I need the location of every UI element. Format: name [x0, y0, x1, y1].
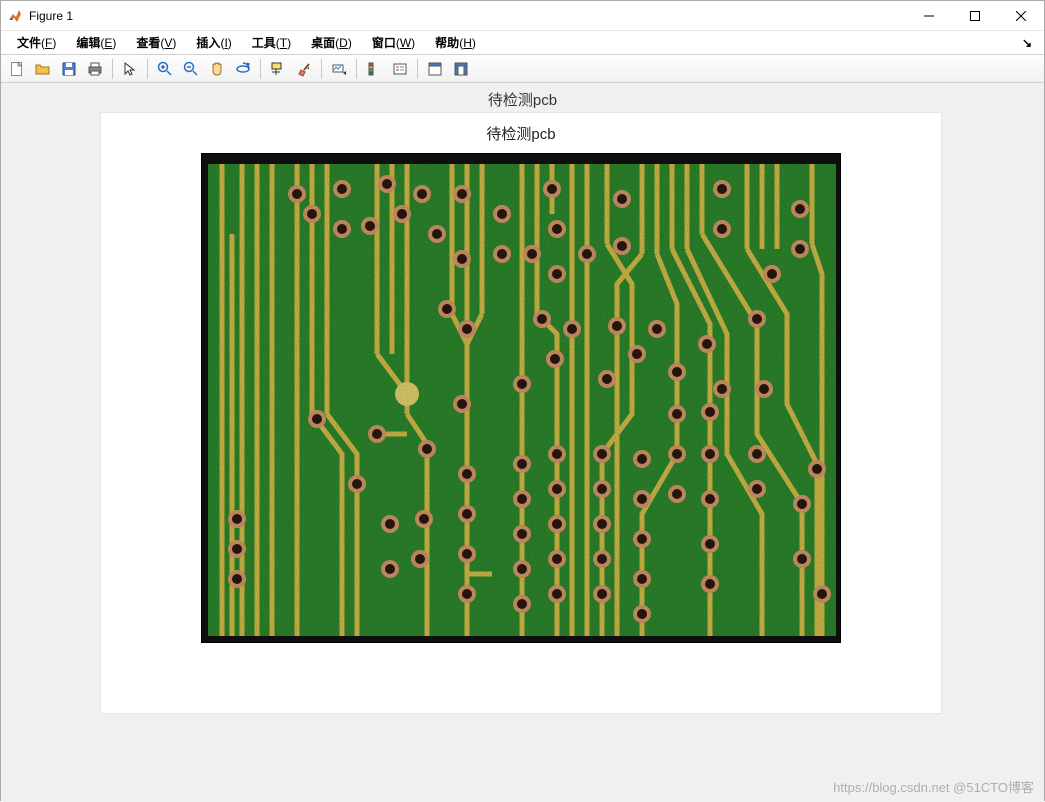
maximize-button[interactable]: [952, 1, 998, 30]
menu-desktop[interactable]: 桌面(D): [301, 32, 362, 53]
minimize-button[interactable]: [906, 1, 952, 30]
insert-colorbar-button[interactable]: [362, 58, 386, 80]
menu-view[interactable]: 查看(V): [126, 32, 186, 53]
rotate-3d-button[interactable]: [231, 58, 255, 80]
save-figure-button[interactable]: [57, 58, 81, 80]
edit-plot-button[interactable]: [118, 58, 142, 80]
menu-edit[interactable]: 编辑(E): [66, 32, 126, 53]
figure-canvas: 待检测pcb 待检测pcb: [1, 83, 1044, 802]
figure-suptitle: 待检测pcb: [1, 83, 1044, 112]
open-file-button[interactable]: [31, 58, 55, 80]
axes-panel: 待检测pcb: [101, 113, 941, 713]
menu-bar: 文件(F) 编辑(E) 查看(V) 插入(I) 工具(T) 桌面(D) 窗口(W…: [1, 31, 1044, 55]
pan-button[interactable]: [205, 58, 229, 80]
menu-help[interactable]: 帮助(H): [425, 32, 486, 53]
brush-button[interactable]: [292, 58, 316, 80]
watermark-text: https://blog.csdn.net @51CTO博客: [833, 777, 1034, 796]
window-title: Figure 1: [29, 9, 73, 23]
menu-tools[interactable]: 工具(T): [242, 32, 301, 53]
close-button[interactable]: [998, 1, 1044, 30]
menu-file[interactable]: 文件(F): [7, 32, 66, 53]
insert-legend-button[interactable]: [388, 58, 412, 80]
zoom-in-button[interactable]: [153, 58, 177, 80]
menu-insert[interactable]: 插入(I): [186, 32, 241, 53]
hide-plot-tools-button[interactable]: [423, 58, 447, 80]
data-cursor-button[interactable]: [266, 58, 290, 80]
show-plot-tools-button[interactable]: [449, 58, 473, 80]
window-titlebar: Figure 1: [1, 1, 1044, 31]
matlab-app-icon: [7, 8, 23, 24]
figure-toolbar: [1, 55, 1044, 83]
zoom-out-button[interactable]: [179, 58, 203, 80]
axes-title: 待检测pcb: [101, 113, 941, 144]
print-button[interactable]: [83, 58, 107, 80]
dock-arrow-icon[interactable]: ↘: [1016, 36, 1038, 50]
menu-window[interactable]: 窗口(W): [362, 32, 425, 53]
window-controls: [906, 1, 1044, 30]
pcb-image[interactable]: [201, 153, 841, 643]
new-figure-button[interactable]: [5, 58, 29, 80]
link-plots-button[interactable]: [327, 58, 351, 80]
